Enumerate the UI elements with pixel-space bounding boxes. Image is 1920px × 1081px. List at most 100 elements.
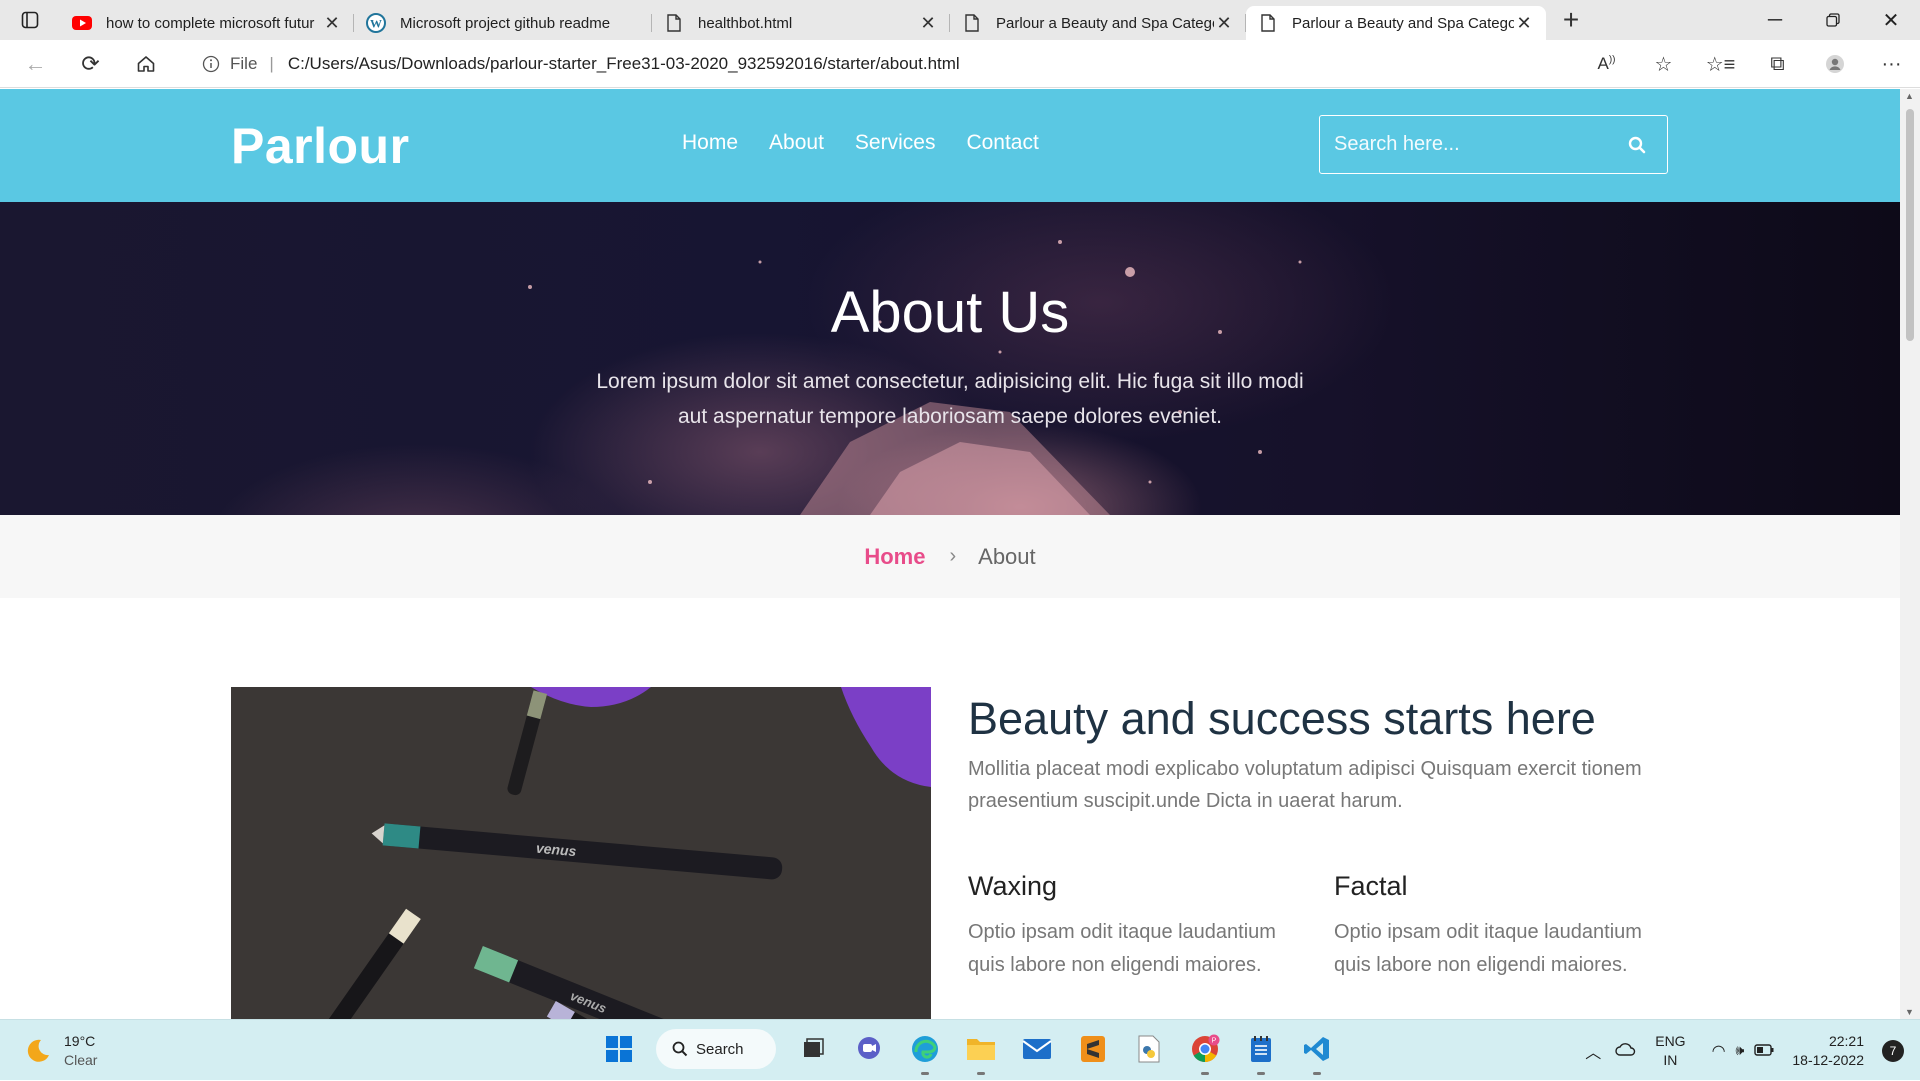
home-button[interactable] [118,40,173,88]
breadcrumb-home[interactable]: Home [864,544,925,570]
weather-temp: 19°C [64,1033,96,1049]
edge-taskbar-button[interactable] [906,1030,944,1075]
tab-actions-button[interactable] [0,0,60,40]
nav-services[interactable]: Services [855,131,936,155]
python-idle-button[interactable] [1130,1030,1168,1068]
chevron-up-icon[interactable]: ︿ [1585,1039,1601,1063]
start-button[interactable] [600,1030,638,1068]
settings-menu-button[interactable]: ··· [1863,40,1920,88]
powder-burst-image [528,240,1302,515]
weather-condition: Clear [64,1052,98,1068]
wifi-icon[interactable]: ◠ [1712,1041,1726,1061]
back-button[interactable]: ← [8,40,63,88]
scrollbar-thumb[interactable] [1906,109,1914,341]
task-view-button[interactable] [794,1030,832,1068]
folder-icon [967,1039,995,1060]
edge-icon [912,1036,938,1062]
tab-title: how to complete microsoft futur [106,14,315,32]
nav-contact[interactable]: Contact [966,131,1038,155]
search-input[interactable]: Search here... [1334,133,1607,156]
notepad-button[interactable] [1242,1030,1280,1075]
page-scrollbar[interactable]: ▲ ▼ [1900,89,1920,1019]
browser-tab[interactable]: healthbot.html ✕ [652,6,950,40]
mail-icon [1022,1039,1052,1059]
close-tab-icon[interactable]: ✕ [1514,13,1534,34]
about-section: venus venus Beauty and success starts he… [0,598,1900,1019]
feature-text: Optio ipsam odit itaque laudantium quis … [1334,921,1642,976]
browser-tab[interactable]: W Microsoft project github readme [354,6,652,40]
svg-text:P: P [1212,1038,1217,1045]
close-tab-icon[interactable]: ✕ [322,13,342,34]
clock-date: 18-12-2022 [1792,1051,1864,1068]
taskbar-search[interactable]: Search [656,1029,776,1069]
file-explorer-button[interactable] [962,1030,1000,1075]
mail-button[interactable] [1018,1030,1056,1068]
info-icon [202,55,220,73]
scroll-down-icon[interactable]: ▼ [1905,1007,1914,1017]
svg-text:W: W [370,17,382,31]
more-icon: ··· [1881,52,1902,75]
browser-tab[interactable]: how to complete microsoft futur ✕ [60,6,354,40]
chrome-icon: P [1192,1034,1220,1063]
moon-icon [27,1039,49,1062]
weather-widget[interactable]: 19°C Clear [22,1032,97,1070]
taskbar-search-label: Search [696,1040,744,1058]
favorites-button[interactable]: ☆≡ [1692,40,1749,88]
site-search[interactable]: Search here... [1319,115,1668,174]
search-button[interactable] [1607,136,1667,154]
feature-title: Factal [1334,871,1408,901]
task-view-icon [804,1038,824,1057]
file-icon [1258,13,1278,33]
home-icon [137,55,154,72]
youtube-icon [72,13,92,33]
collections-button[interactable]: ⧉ [1749,40,1806,88]
sublime-icon [1081,1036,1105,1062]
search-icon [1628,136,1646,153]
onedrive-icon[interactable] [1615,1042,1637,1059]
chrome-button[interactable]: P [1186,1030,1224,1075]
sublime-text-button[interactable] [1074,1030,1112,1068]
wordpress-icon: W [366,13,386,33]
nav-home[interactable]: Home [682,131,738,155]
vscode-icon [1304,1037,1329,1061]
tab-title: healthbot.html [698,14,793,32]
scroll-up-icon[interactable]: ▲ [1905,91,1914,101]
close-window-button[interactable]: ✕ [1862,0,1920,40]
address-bar[interactable]: File | C:/Users/Asus/Downloads/parlour-s… [180,46,1630,82]
tab-title: Microsoft project github readme [400,14,611,32]
battery-icon[interactable] [1754,1043,1774,1059]
notification-badge[interactable]: 7 [1882,1039,1904,1062]
browser-tab[interactable]: Parlour a Beauty and Spa Catego ✕ [950,6,1246,40]
python-file-icon [1138,1035,1160,1063]
add-favorite-button[interactable]: ☆ [1635,40,1692,88]
restore-icon [1826,13,1840,27]
hero-banner: About Us Lorem ipsum dolor sit amet cons… [0,202,1900,515]
volume-icon[interactable]: 🕪 [1736,1042,1745,1059]
url-text[interactable]: C:/Users/Asus/Downloads/parlour-starter_… [288,54,960,74]
collections-icon: ⧉ [1770,52,1785,75]
tab-actions-icon [21,11,39,29]
tab-title: Parlour a Beauty and Spa Catego [996,14,1214,32]
profile-button[interactable] [1806,40,1863,88]
favorites-icon: ☆≡ [1705,53,1736,76]
refresh-button[interactable]: ⟳ [63,40,118,88]
new-tab-button[interactable]: + [1546,4,1596,36]
nav-about[interactable]: About [769,131,824,155]
teams-chat-button[interactable] [850,1030,888,1068]
browser-tab-active[interactable]: Parlour a Beauty and Spa Catego ✕ [1246,6,1546,40]
file-icon [962,13,982,33]
system-clock[interactable]: 22:21 18-12-2022 [1792,1032,1864,1070]
main-nav: Home About Services Contact [682,131,1039,155]
vscode-button[interactable] [1298,1030,1336,1075]
page-viewport: Parlour Home About Services Contact Sear… [0,89,1900,1019]
close-tab-icon[interactable]: ✕ [1214,13,1234,34]
input-language[interactable]: ENG IN [1655,1032,1685,1070]
hero-text: Lorem ipsum dolor sit amet consectetur, … [596,370,1304,428]
close-tab-icon[interactable]: ✕ [918,13,938,34]
breadcrumb: Home › About [0,515,1900,598]
restore-button[interactable] [1804,0,1862,40]
file-icon [664,13,684,33]
minimize-button[interactable]: ─ [1746,0,1804,40]
site-logo[interactable]: Parlour [231,117,410,175]
read-aloud-button[interactable]: A)) [1578,40,1635,88]
